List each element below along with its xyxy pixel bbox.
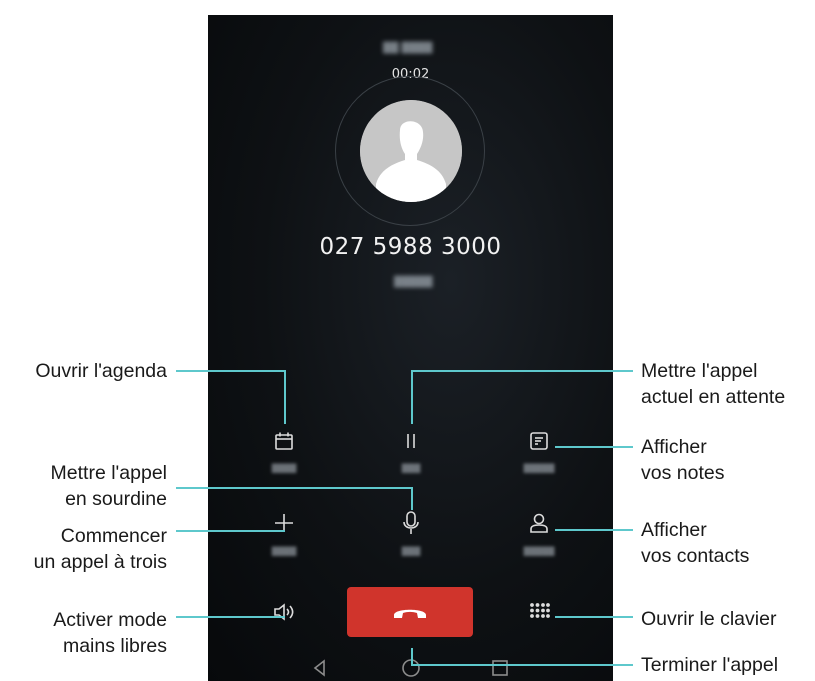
label-three-way-line1: Commencer xyxy=(60,525,167,547)
label-three-way-line2: un appel à trois xyxy=(33,551,167,573)
label-end-call: Terminer l'appel xyxy=(641,654,779,676)
label-hold-line1: Mettre l'appel xyxy=(641,360,758,382)
label-open-calendar: Ouvrir l'agenda xyxy=(35,360,167,382)
label-mute-line1: Mettre l'appel xyxy=(50,462,167,484)
label-dialpad: Ouvrir le clavier xyxy=(641,608,777,630)
label-contacts-line1: Afficher xyxy=(641,519,707,541)
label-mute-line2: en sourdine xyxy=(65,488,167,510)
label-notes-line1: Afficher xyxy=(641,436,707,458)
label-contacts-line2: vos contacts xyxy=(641,545,750,567)
callout-lines xyxy=(176,370,633,666)
label-hold-line2: actuel en attente xyxy=(641,386,786,408)
label-notes-line2: vos notes xyxy=(641,462,725,484)
label-speaker-line2: mains libres xyxy=(62,635,167,657)
label-speaker-line1: Activer mode xyxy=(53,609,167,631)
